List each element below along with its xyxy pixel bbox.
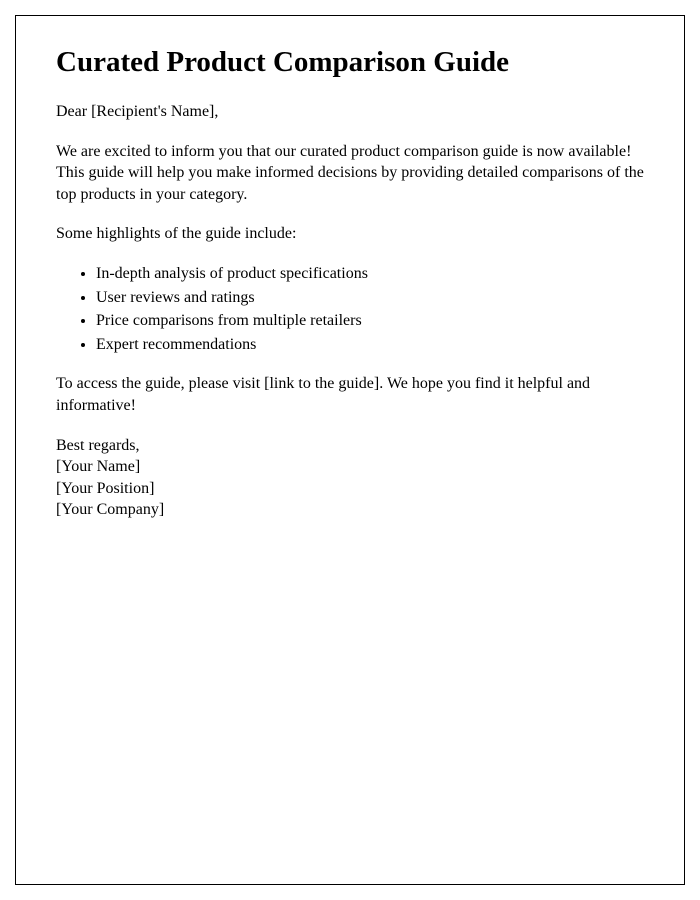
signature-company: [Your Company] <box>56 499 644 521</box>
list-item: Expert recommendations <box>96 334 644 356</box>
list-item: Price comparisons from multiple retailer… <box>96 310 644 332</box>
greeting-line: Dear [Recipient's Name], <box>56 101 644 123</box>
list-item: User reviews and ratings <box>96 287 644 309</box>
page-title: Curated Product Comparison Guide <box>56 46 644 79</box>
access-paragraph: To access the guide, please visit [link … <box>56 373 644 416</box>
signature-name: [Your Name] <box>56 456 644 478</box>
intro-paragraph: We are excited to inform you that our cu… <box>56 141 644 206</box>
signature-closing: Best regards, <box>56 435 644 457</box>
signature-position: [Your Position] <box>56 478 644 500</box>
highlights-label: Some highlights of the guide include: <box>56 223 644 245</box>
list-item: In-depth analysis of product specificati… <box>96 263 644 285</box>
highlights-list: In-depth analysis of product specificati… <box>96 263 644 355</box>
document-frame: Curated Product Comparison Guide Dear [R… <box>15 15 685 885</box>
signature-block: Best regards, [Your Name] [Your Position… <box>56 435 644 521</box>
